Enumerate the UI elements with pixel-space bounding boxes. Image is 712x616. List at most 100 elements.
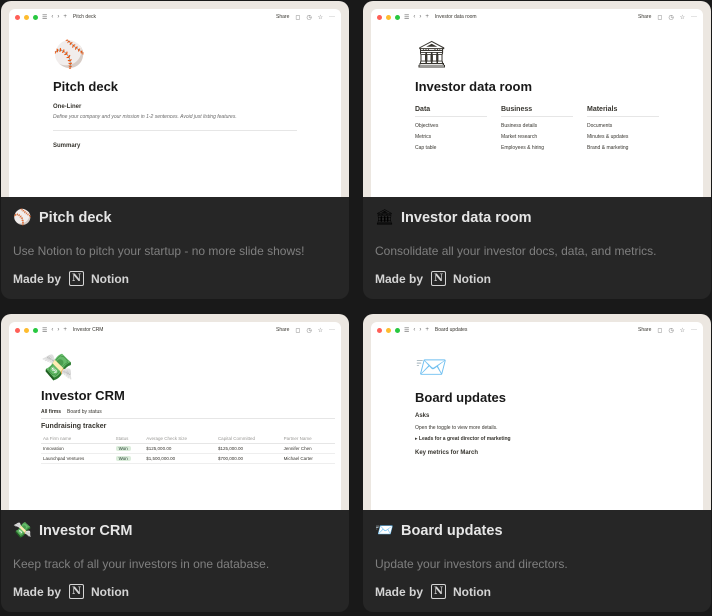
list-item: Employees & hiring xyxy=(501,145,545,151)
table-row: Innovation Won $125,000.00 $125,000.00 J… xyxy=(41,443,335,454)
card-title: Investor data room xyxy=(401,210,532,226)
money-wings-icon: 💸 xyxy=(13,522,32,539)
made-by: Made by N Notion xyxy=(375,271,491,286)
card-title: Board updates xyxy=(401,523,503,539)
toggle-hint: Open the toggle to view more details. xyxy=(415,425,498,431)
crm-table: Aa Firm name Status Average Check Size C… xyxy=(41,434,335,464)
preview-tab-title: Investor CRM xyxy=(72,327,104,333)
preview-window: ☰ ‹ › + Investor CRM Share ◻ ◷ ☆ ··· 💸 I… xyxy=(9,322,341,510)
notion-logo-icon: N xyxy=(69,584,85,599)
doc-title: Investor data room xyxy=(415,79,533,94)
more-icon: ··· xyxy=(691,14,697,20)
plus-icon: + xyxy=(425,14,429,20)
column-header: Aa Firm name xyxy=(41,434,114,444)
minimize-dot xyxy=(24,327,29,333)
table-cell: $125,000.00 xyxy=(215,443,282,454)
share-label: Share xyxy=(276,327,290,333)
close-dot xyxy=(15,14,20,20)
doc-heading: Asks xyxy=(415,413,430,419)
status-badge: Won xyxy=(115,446,131,451)
template-card-board-updates[interactable]: ☰ ‹ › + Board updates Share ◻ ◷ ☆ ··· 📨 … xyxy=(363,314,711,612)
maximize-dot xyxy=(395,14,400,20)
doc-paragraph: Define your company and your mission in … xyxy=(53,114,237,120)
toggle-label: Leads for a great director of marketing xyxy=(418,436,511,442)
doc-emoji-icon: ⚾ xyxy=(53,39,86,69)
table-cell: Won xyxy=(113,443,145,454)
table-cell: Michael Carter xyxy=(281,453,335,464)
preview-topbar: ☰ ‹ › + Board updates Share ◻ ◷ ☆ ··· xyxy=(371,322,703,338)
card-title: Pitch deck xyxy=(39,210,112,226)
menu-icon: ☰ xyxy=(42,327,48,334)
close-dot xyxy=(15,327,20,333)
forward-icon: › xyxy=(57,14,60,20)
column-heading: Materials xyxy=(587,106,659,117)
close-dot xyxy=(377,327,382,333)
menu-icon: ☰ xyxy=(404,327,410,334)
maximize-dot xyxy=(395,327,400,333)
card-description: Use Notion to pitch your startup - no mo… xyxy=(13,244,305,258)
more-icon: ··· xyxy=(329,327,335,333)
preview-topbar: ☰ ‹ › + Pitch deck Share ◻ ◷ ☆ ··· xyxy=(9,9,341,25)
back-icon: ‹ xyxy=(51,14,54,20)
toggle-item: ▸ Leads for a great director of marketin… xyxy=(415,436,659,442)
table-cell: Launchpad Ventures xyxy=(41,453,114,464)
star-icon: ☆ xyxy=(317,327,323,334)
star-icon: ☆ xyxy=(679,14,685,21)
view-tabs: All firms Board by status xyxy=(41,409,335,419)
made-by: Made by N Notion xyxy=(13,271,129,286)
table-cell: $125,000.00 xyxy=(144,443,216,454)
minimize-dot xyxy=(24,14,29,20)
tab-board-by-status: Board by status xyxy=(67,409,102,415)
minimize-dot xyxy=(386,14,391,20)
card-info: ⚾ Pitch deck Use Notion to pitch your st… xyxy=(1,197,349,299)
card-info: 💸 Investor CRM Keep track of all your in… xyxy=(1,510,349,612)
made-by-label: Made by xyxy=(13,584,62,599)
doc-divider xyxy=(53,130,297,131)
more-icon: ··· xyxy=(691,327,697,333)
made-by-label: Made by xyxy=(375,271,424,286)
preview-tab-title: Investor data room xyxy=(434,14,477,20)
list-item: Documents xyxy=(587,123,613,129)
creator-name: Notion xyxy=(91,584,130,599)
star-icon: ☆ xyxy=(679,327,685,334)
plus-icon: + xyxy=(63,14,67,20)
comment-icon: ◻ xyxy=(657,14,663,21)
more-icon: ··· xyxy=(329,14,335,20)
creator-name: Notion xyxy=(453,271,492,286)
comment-icon: ◻ xyxy=(657,327,663,334)
table-cell: Won xyxy=(113,453,145,464)
table-cell: Innovation xyxy=(41,443,114,454)
doc-title: Board updates xyxy=(415,390,507,405)
card-description: Consolidate all your investor docs, data… xyxy=(375,244,657,258)
notion-logo-icon: N xyxy=(431,271,447,286)
back-icon: ‹ xyxy=(413,327,416,333)
list-item: Cap table xyxy=(415,145,437,151)
back-icon: ‹ xyxy=(413,14,416,20)
doc-title: Investor CRM xyxy=(41,388,125,403)
plus-icon: + xyxy=(425,327,429,333)
card-info: 📨 Board updates Update your investors an… xyxy=(363,510,711,612)
doc-emoji-icon: 📨 xyxy=(415,352,448,382)
doc-emoji-icon: 🏛 xyxy=(415,39,449,69)
menu-icon: ☰ xyxy=(404,14,410,21)
forward-icon: › xyxy=(57,327,60,333)
template-card-pitch-deck[interactable]: ☰ ‹ › + Pitch deck Share ◻ ◷ ☆ ··· ⚾ Pit… xyxy=(1,1,349,299)
made-by-label: Made by xyxy=(13,271,62,286)
doc-emoji-icon: 💸 xyxy=(41,352,74,382)
share-label: Share xyxy=(638,14,652,20)
maximize-dot xyxy=(33,14,38,20)
preview-window: ☰ ‹ › + Investor data room Share ◻ ◷ ☆ ·… xyxy=(371,9,703,197)
template-card-investor-crm[interactable]: ☰ ‹ › + Investor CRM Share ◻ ◷ ☆ ··· 💸 I… xyxy=(1,314,349,612)
comment-icon: ◻ xyxy=(295,327,301,334)
baseball-icon: ⚾ xyxy=(13,209,32,226)
doc-title: Pitch deck xyxy=(53,79,119,94)
template-preview: ☰ ‹ › + Investor CRM Share ◻ ◷ ☆ ··· 💸 I… xyxy=(1,314,349,510)
list-item: Metrics xyxy=(415,134,432,140)
preview-tab-title: Board updates xyxy=(434,327,468,333)
card-description: Update your investors and directors. xyxy=(375,557,568,571)
template-card-investor-data-room[interactable]: ☰ ‹ › + Investor data room Share ◻ ◷ ☆ ·… xyxy=(363,1,711,299)
comment-icon: ◻ xyxy=(295,14,301,21)
share-label: Share xyxy=(638,327,652,333)
tab-all-firms: All firms xyxy=(41,409,62,415)
list-item: Minutes & updates xyxy=(587,134,629,140)
